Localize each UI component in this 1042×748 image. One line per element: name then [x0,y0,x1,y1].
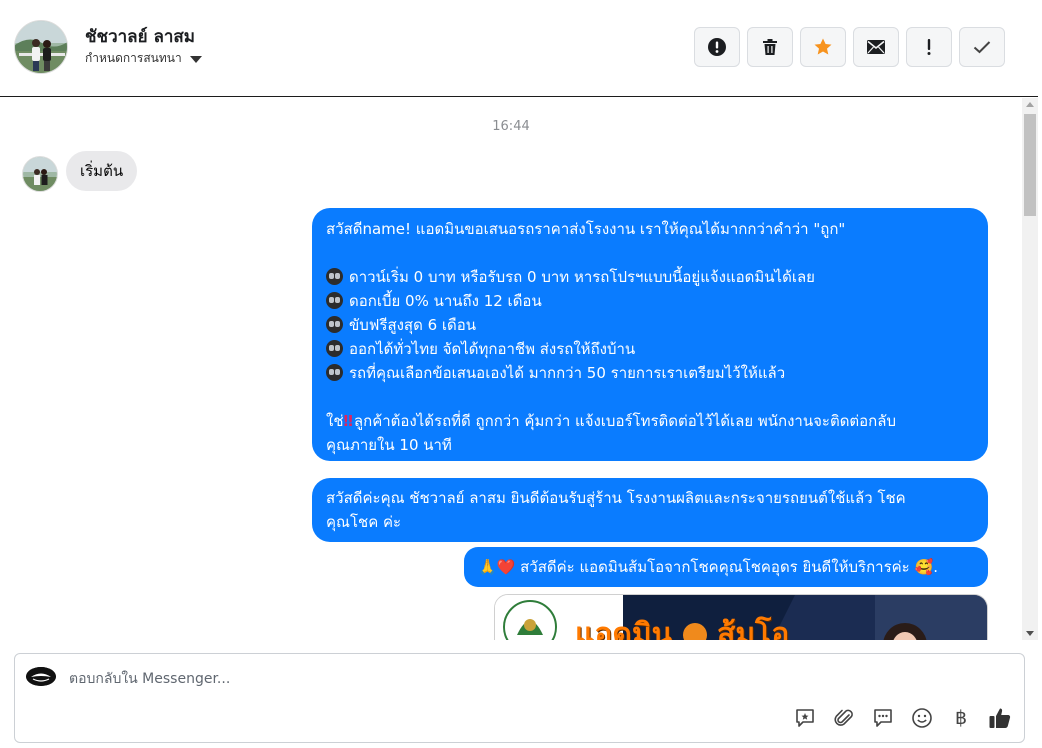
caret-down-icon [189,56,202,63]
follow-up-button[interactable] [906,27,952,67]
bullet-line: ดอกเบี้ย 0% นานถึง 12 เดือน [326,289,988,313]
image-attachment[interactable]: แอดมิน ส้มโอ [494,594,988,640]
payment-button[interactable]: ฿ [949,706,973,730]
mark-done-button[interactable] [959,27,1005,67]
message-line: คุณภายใน 10 นาที [326,436,452,454]
bullet-line: รถที่คุณเลือกข้อเสนอเองได้ มากกว่า 50 รา… [326,361,988,385]
thumbs-up-icon [989,708,1011,728]
message-line: คุณโชค ค่ะ [326,513,402,531]
star-icon [814,38,832,55]
reply-input[interactable] [69,668,769,690]
quick-reply-button[interactable] [793,706,817,730]
mark-unread-button[interactable] [853,27,899,67]
mark-spam-button[interactable] [694,27,740,67]
message-thread[interactable]: 16:44 เริ่มต้น สวัสดีname! แอดมินขอเสนอร… [0,98,1022,640]
message-line: สวัสดีค่ะ แอดมินส้มโอจากโชคคุณโชคอุดร ยิ… [520,558,910,576]
pray-heart-emoji-icon: 🙏❤️ [478,558,516,576]
banner-text: แอดมิน ส้มโอ [575,611,789,640]
outgoing-message[interactable]: สวัสดีname! แอดมินขอเสนอรถราคาส่งโรงงาน … [312,208,988,461]
scroll-up-arrow-icon[interactable] [1026,102,1034,107]
double-exclamation-icon: ‼ [343,412,354,430]
quick-reply-icon [796,709,814,727]
contact-name: ชัชวาลย์ ลาสม [85,27,196,47]
send-like-button[interactable] [988,706,1012,730]
smiling-hearts-emoji-icon: 🥰. [914,558,938,576]
binoculars-emoji-icon [326,292,343,309]
baht-icon: ฿ [954,707,968,729]
attach-file-button[interactable] [832,706,856,730]
contact-avatar[interactable] [14,20,68,74]
message-line: สวัสดีname! แอดมินขอเสนอรถราคาส่งโรงงาน … [326,220,846,238]
exclamation-circle-icon [708,38,726,56]
page-logo-icon [26,667,56,686]
paperclip-icon [834,709,853,726]
saved-replies-button[interactable] [871,706,895,730]
delete-button[interactable] [747,27,793,67]
assign-conversation-label: กำหนดการสนทนา [85,51,182,65]
outgoing-message[interactable]: สวัสดีค่ะคุณ ชัชวาลย์ ลาสม ยินดีต้อนรับส… [312,478,988,542]
message-line: สวัสดีค่ะคุณ ชัชวาลย์ ลาสม ยินดีต้อนรับส… [326,489,906,507]
saved-reply-icon [874,709,892,727]
emoji-button[interactable] [910,706,934,730]
thread-scrollbar[interactable] [1022,98,1038,640]
incoming-message[interactable]: เริ่มต้น [66,151,138,191]
composer-toolbar: ฿ [793,706,1012,730]
emoji-icon [912,708,932,728]
binoculars-emoji-icon [326,364,343,381]
checkmark-icon [973,41,991,54]
messenger-inbox-app: ชัชวาลย์ ลาสม กำหนดการสนทนา 16:44 เริ่มต… [0,0,1042,748]
orange-fruit-icon [682,623,707,640]
exclamation-icon [927,39,931,55]
trash-icon [763,39,777,55]
scrollbar-thumb[interactable] [1024,114,1036,216]
bullet-line: ขับฟรีสูงสุด 6 เดือน [326,313,988,337]
bullet-line: ออกได้ทั่วไทย จัดได้ทุกอาชีพ ส่งรถให้ถึง… [326,337,988,361]
message-line: ใช่‼ ลูกค้าต้องได้รถที่ดี ถูกกว่า คุ้มกว่… [326,412,896,430]
bullet-line: ดาวน์เริ่ม 0 บาท หรือรับรถ 0 บาท หารถโปร… [326,265,988,289]
sender-avatar[interactable] [22,156,58,192]
binoculars-emoji-icon [326,340,343,357]
header-actions [694,27,1005,67]
envelope-icon [867,40,885,54]
binoculars-emoji-icon [326,316,343,333]
conversation-header: ชัชวาลย์ ลาสม กำหนดการสนทนา [0,0,1038,97]
scroll-down-arrow-icon[interactable] [1026,631,1034,636]
star-button[interactable] [800,27,846,67]
assign-conversation-dropdown[interactable]: กำหนดการสนทนา [85,49,202,68]
binoculars-emoji-icon [326,268,343,285]
message-timestamp: 16:44 [492,119,530,134]
outgoing-message[interactable]: 🙏❤️ สวัสดีค่ะ แอดมินส้มโอจากโชคคุณโชคอุด… [464,547,988,587]
reply-composer: ฿ [14,653,1025,743]
